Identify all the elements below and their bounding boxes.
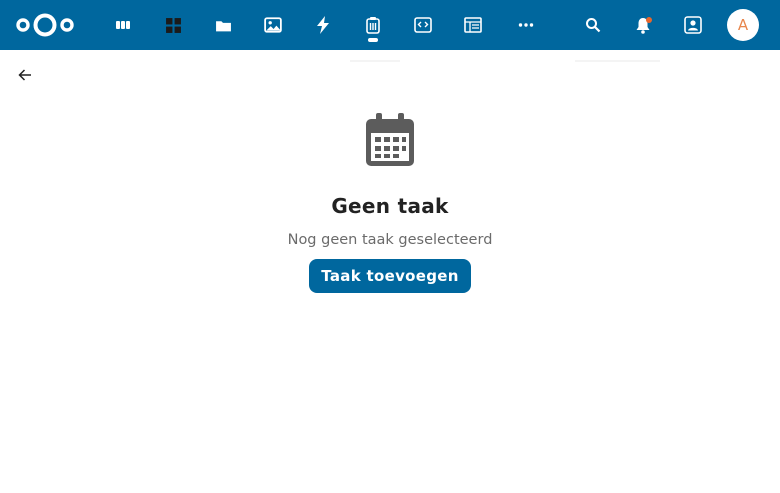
deck-icon[interactable] xyxy=(111,13,135,37)
top-header: A xyxy=(0,0,780,50)
empty-state: Geen taak Nog geen taak geselecteerd Taa… xyxy=(0,112,780,293)
tasks-icon[interactable] xyxy=(361,13,385,37)
nextcloud-logo[interactable] xyxy=(14,11,76,39)
files-icon[interactable] xyxy=(211,13,235,37)
add-task-button[interactable]: Taak toevoegen xyxy=(309,259,471,293)
calendar-icon xyxy=(366,113,414,166)
contacts-icon[interactable] xyxy=(681,13,705,37)
arrow-left-icon xyxy=(18,69,31,81)
divider xyxy=(350,60,400,62)
notes-icon[interactable] xyxy=(411,13,435,37)
avatar-letter: A xyxy=(737,16,749,34)
forms-icon[interactable] xyxy=(461,13,485,37)
activity-icon[interactable] xyxy=(311,13,335,37)
notifications-icon[interactable] xyxy=(631,13,655,37)
search-icon[interactable] xyxy=(581,13,605,37)
notification-badge xyxy=(646,17,652,23)
active-app-indicator xyxy=(368,38,378,42)
photos-icon[interactable] xyxy=(261,13,285,37)
more-apps-icon[interactable] xyxy=(514,13,538,37)
dashboard-icon[interactable] xyxy=(161,13,185,37)
back-button[interactable] xyxy=(14,64,36,86)
divider xyxy=(575,60,660,62)
empty-state-title: Geen taak xyxy=(331,194,449,218)
empty-state-subtitle: Nog geen taak geselecteerd xyxy=(287,232,493,248)
user-avatar[interactable]: A xyxy=(727,9,759,41)
